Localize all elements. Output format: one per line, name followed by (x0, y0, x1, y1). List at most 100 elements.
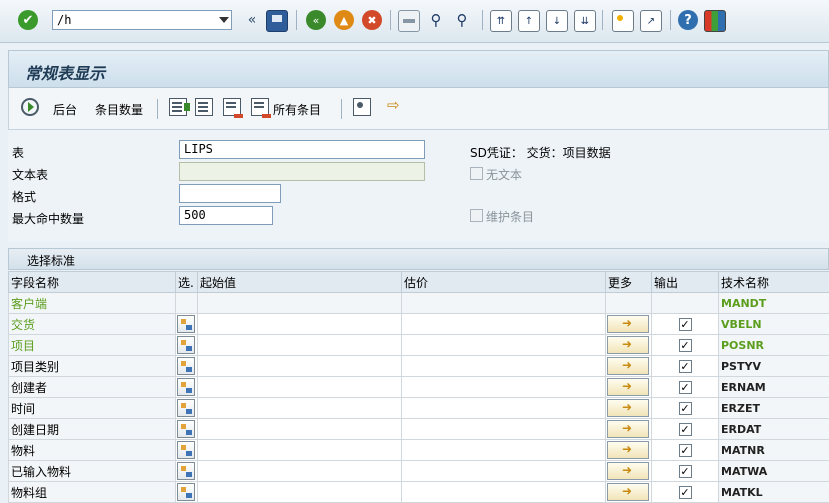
to-value-input[interactable] (402, 440, 606, 461)
technical-name-cell: MATWA (719, 461, 829, 482)
output-checkbox[interactable]: ✓ (679, 486, 692, 499)
more-arrow-icon[interactable] (607, 378, 649, 396)
to-value-input[interactable] (402, 314, 606, 335)
to-value-input[interactable] (402, 419, 606, 440)
multiple-selection-icon[interactable] (177, 399, 195, 417)
output-checkbox[interactable]: ✓ (679, 339, 692, 352)
to-value-input[interactable] (402, 398, 606, 419)
from-value-input[interactable] (198, 482, 402, 503)
from-value-input[interactable] (198, 335, 402, 356)
execute-icon[interactable] (21, 98, 39, 116)
output-checkbox[interactable]: ✓ (679, 360, 692, 373)
layout-icon[interactable] (704, 10, 726, 32)
print-icon[interactable] (398, 10, 420, 32)
select-options-cell (176, 335, 198, 356)
output-checkbox[interactable]: ✓ (679, 423, 692, 436)
prev-page-icon[interactable]: ↑ (518, 10, 540, 32)
more-arrow-icon[interactable] (607, 399, 649, 417)
table-input[interactable]: LIPS (179, 140, 425, 159)
output-checkbox[interactable]: ✓ (679, 318, 692, 331)
multiple-selection-icon[interactable] (177, 462, 195, 480)
multiple-selection-icon[interactable] (177, 441, 195, 459)
export-icon[interactable]: ⇨ (387, 96, 405, 114)
table-row: 时间✓ERZET (9, 398, 829, 419)
first-page-icon[interactable]: ⇈ (490, 10, 512, 32)
col-header-output[interactable]: 输出 (652, 272, 719, 293)
col-header-to[interactable]: 估价 (402, 272, 606, 293)
table-label: 表 (12, 144, 24, 161)
more-arrow-icon[interactable] (607, 462, 649, 480)
from-value-input[interactable] (198, 314, 402, 335)
to-value-input[interactable] (402, 356, 606, 377)
multiple-selection-icon[interactable] (177, 357, 195, 375)
to-value-input[interactable] (402, 377, 606, 398)
output-checkbox[interactable]: ✓ (679, 465, 692, 478)
more-arrow-icon[interactable] (607, 420, 649, 438)
from-value-input[interactable] (198, 419, 402, 440)
more-arrow-icon[interactable] (607, 441, 649, 459)
save-icon[interactable] (266, 10, 288, 32)
more-arrow-icon[interactable] (607, 336, 649, 354)
table-row: 项目✓POSNR (9, 335, 829, 356)
new-session-icon[interactable] (612, 10, 634, 32)
output-cell: ✓ (652, 461, 719, 482)
multiple-selection-icon[interactable] (177, 483, 195, 501)
technical-view-icon[interactable] (353, 98, 371, 116)
select-options-cell (176, 461, 198, 482)
technical-name-cell: POSNR (719, 335, 829, 356)
nav-back-icon[interactable]: « (242, 10, 262, 30)
format-input[interactable] (179, 184, 281, 203)
multiple-selection-icon[interactable] (177, 378, 195, 396)
from-value-input[interactable] (198, 293, 402, 314)
enter-icon[interactable]: ✔ (18, 10, 38, 30)
to-value-input[interactable] (402, 482, 606, 503)
cancel-icon[interactable]: ✖ (362, 10, 382, 30)
field-name-cell: 时间 (9, 398, 176, 419)
exit-icon[interactable]: ▲ (334, 10, 354, 30)
to-value-input[interactable] (402, 293, 606, 314)
back-icon[interactable]: « (306, 10, 326, 30)
select-fields-icon[interactable] (169, 98, 187, 116)
all-entries-icon[interactable] (251, 98, 269, 116)
shortcut-icon[interactable]: ↗ (640, 10, 662, 32)
col-header-from[interactable]: 起始值 (198, 272, 402, 293)
separator (341, 99, 342, 119)
all-entries-button[interactable]: 所有条目 (273, 101, 321, 118)
from-value-input[interactable] (198, 398, 402, 419)
more-cell (606, 356, 652, 377)
multiple-selection-icon[interactable] (177, 336, 195, 354)
output-checkbox[interactable]: ✓ (679, 381, 692, 394)
col-header-field[interactable]: 字段名称 (9, 272, 176, 293)
technical-name-cell: VBELN (719, 314, 829, 335)
col-header-select[interactable]: 选. (176, 272, 198, 293)
to-value-input[interactable] (402, 335, 606, 356)
command-field[interactable]: /h (52, 10, 232, 30)
more-arrow-icon[interactable] (607, 357, 649, 375)
multiple-selection-icon[interactable] (177, 420, 195, 438)
from-value-input[interactable] (198, 461, 402, 482)
output-checkbox[interactable]: ✓ (679, 402, 692, 415)
max-hits-input[interactable]: 500 (179, 206, 273, 225)
number-of-entries-button[interactable]: 条目数量 (95, 101, 143, 118)
background-button[interactable]: 后台 (53, 101, 77, 118)
last-page-icon[interactable]: ⇊ (574, 10, 596, 32)
from-value-input[interactable] (198, 377, 402, 398)
field-list-icon[interactable] (195, 98, 213, 116)
next-page-icon[interactable]: ↓ (546, 10, 568, 32)
more-arrow-icon[interactable] (607, 315, 649, 333)
from-value-input[interactable] (198, 440, 402, 461)
delete-selection-icon[interactable] (223, 98, 241, 116)
more-arrow-icon[interactable] (607, 483, 649, 501)
col-header-tech[interactable]: 技术名称 (719, 272, 829, 293)
select-options-cell (176, 440, 198, 461)
output-checkbox[interactable]: ✓ (679, 444, 692, 457)
from-value-input[interactable] (198, 356, 402, 377)
find-next-icon[interactable]: ⚲ (452, 10, 472, 30)
help-icon[interactable]: ? (678, 10, 698, 30)
multiple-selection-icon[interactable] (177, 315, 195, 333)
table-row: 物料组✓MATKL (9, 482, 829, 503)
col-header-more[interactable]: 更多 (606, 272, 652, 293)
chevron-down-icon[interactable] (219, 17, 229, 23)
find-icon[interactable]: ⚲ (426, 10, 446, 30)
to-value-input[interactable] (402, 461, 606, 482)
